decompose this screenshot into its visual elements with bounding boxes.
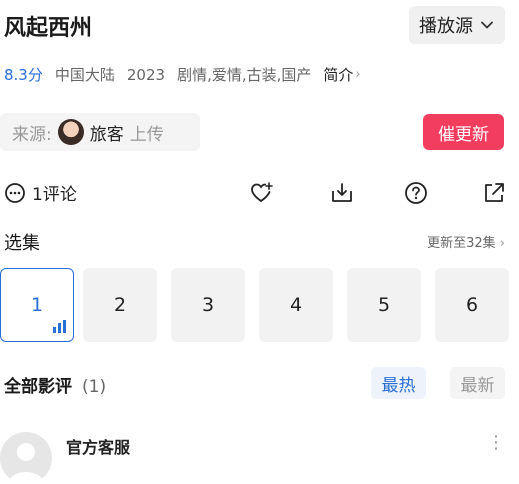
comment-button[interactable]: 1评论 (4, 180, 77, 205)
year: 2023 (126, 65, 166, 84)
episode-number: 2 (113, 294, 127, 316)
episode-number: 6 (465, 294, 479, 316)
uploader-info: 来源: 旅客 上传 (0, 113, 200, 151)
update-info-label: 更新至32集 (427, 236, 496, 251)
episode-number: 4 (289, 294, 303, 316)
playing-bars-icon (53, 320, 66, 333)
episode-item[interactable]: 3 (171, 268, 245, 342)
chevron-right-icon: › (499, 236, 505, 251)
intro-link[interactable]: 简介 (323, 64, 353, 85)
more-options-icon[interactable]: ⋮ (487, 432, 505, 453)
region: 中国大陆 (54, 66, 115, 84)
uploader-avatar (57, 119, 84, 145)
uploader-suffix: 上传 (129, 124, 164, 145)
comment-count: 1评论 (32, 185, 77, 205)
reviews-header: 全部影评 (1) (4, 372, 106, 397)
reviewer-name[interactable]: 官方客服 (66, 434, 130, 458)
action-bar: 1评论 (0, 172, 519, 212)
show-title: 风起西州 (4, 16, 93, 41)
episode-number: 5 (377, 294, 391, 316)
urge-update-button[interactable]: 催更新 (423, 114, 504, 150)
episode-item[interactable]: 1 (0, 268, 74, 342)
episode-number: 1 (30, 294, 44, 316)
download-icon[interactable] (329, 180, 355, 206)
uploader-name: 旅客 (89, 124, 124, 145)
episode-number: 3 (201, 294, 215, 316)
episode-item[interactable]: 4 (259, 268, 333, 342)
help-icon[interactable] (403, 180, 429, 206)
episode-item[interactable]: 6 (435, 268, 509, 342)
chevron-right-icon: › (355, 67, 361, 82)
heart-plus-icon[interactable] (249, 180, 275, 206)
uploader-label: 来源: (12, 124, 52, 145)
source-button-label: 播放源 (419, 16, 473, 37)
share-icon[interactable] (481, 180, 507, 206)
comment-icon (4, 182, 26, 204)
sort-new-button[interactable]: 最新 (450, 367, 505, 399)
source-dropdown-button[interactable]: 播放源 (409, 6, 505, 44)
reviews-count: (1) (82, 377, 107, 397)
genres: 剧情,爱情,古装,国产 (177, 66, 312, 84)
sort-hot-button[interactable]: 最热 (371, 367, 426, 399)
episodes-title: 选集 (4, 233, 40, 254)
episode-item[interactable]: 5 (347, 268, 421, 342)
episode-item[interactable]: 2 (83, 268, 157, 342)
avatar[interactable] (0, 432, 52, 484)
chevron-down-icon (479, 17, 495, 33)
show-meta: 8.3分 中国大陆 2023 剧情,爱情,古装,国产 简介 › (4, 64, 361, 85)
episodes-update-link[interactable]: 更新至32集 › (427, 232, 505, 251)
reviews-title: 全部影评 (4, 377, 72, 397)
score: 8.3分 (4, 66, 43, 84)
